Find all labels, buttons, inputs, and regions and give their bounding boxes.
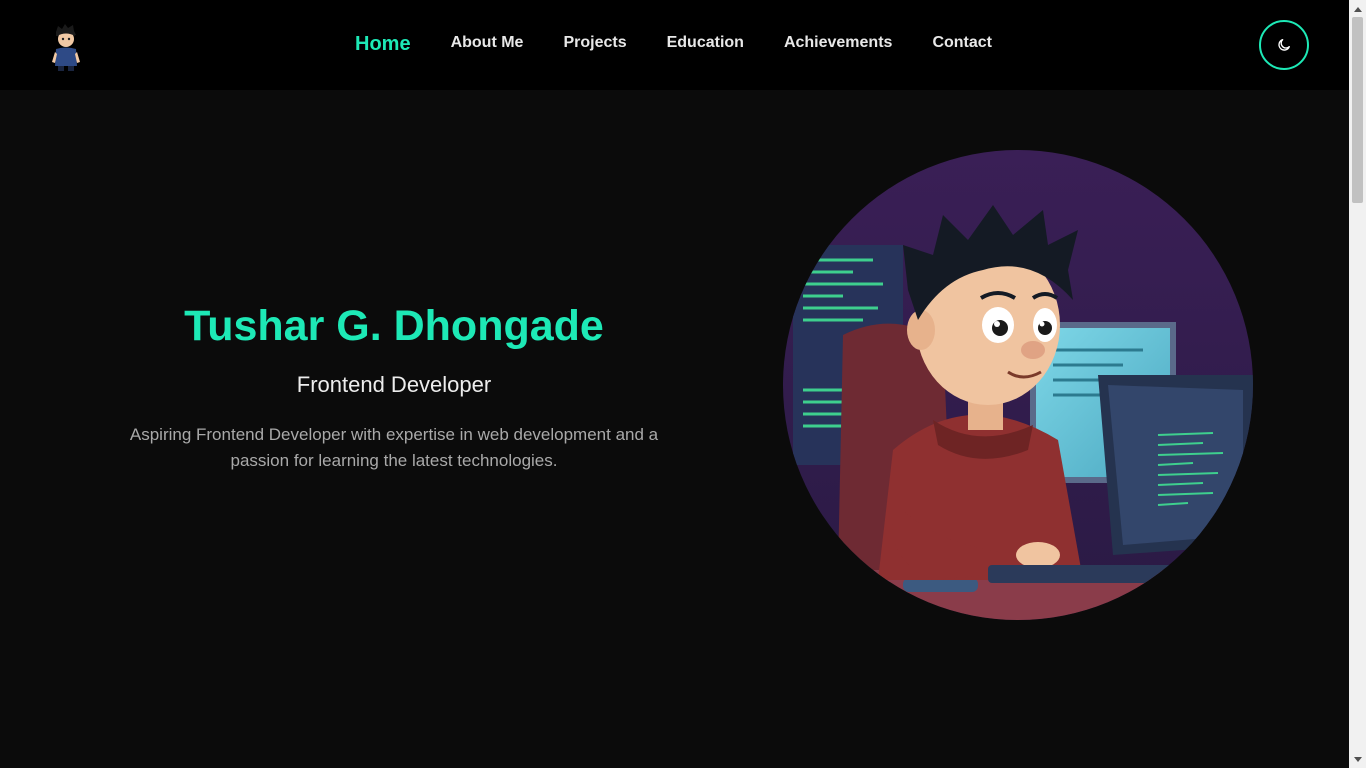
hero-role: Frontend Developer bbox=[296, 372, 492, 397]
scroll-down-arrow-icon[interactable] bbox=[1349, 751, 1366, 768]
page-scrollbar[interactable] bbox=[1349, 0, 1366, 768]
avatar-logo-icon[interactable] bbox=[46, 22, 86, 72]
hero-text: Tushar G. Dhongade Frontend Developer As… bbox=[100, 298, 688, 474]
nav-item-education[interactable]: Education bbox=[667, 32, 744, 54]
nav-item-home[interactable]: Home bbox=[355, 33, 411, 55]
nav-links: Home About Me Projects Education Achieve… bbox=[355, 30, 1032, 55]
navbar: Home About Me Projects Education Achieve… bbox=[0, 0, 1349, 90]
moon-icon bbox=[1278, 39, 1290, 51]
nav-item-achievements[interactable]: Achievements bbox=[784, 32, 893, 54]
developer-illustration bbox=[783, 150, 1253, 620]
nav-item-projects[interactable]: Projects bbox=[563, 32, 626, 54]
hero-description: Aspiring Frontend Developer with experti… bbox=[129, 425, 659, 470]
theme-toggle-button[interactable] bbox=[1259, 20, 1309, 70]
nav-item-about-me[interactable]: About Me bbox=[451, 32, 524, 54]
scroll-thumb[interactable] bbox=[1352, 17, 1363, 203]
scroll-up-arrow-icon[interactable] bbox=[1349, 0, 1366, 17]
nav-item-contact[interactable]: Contact bbox=[932, 32, 992, 54]
hero-name: Tushar G. Dhongade bbox=[184, 302, 604, 350]
